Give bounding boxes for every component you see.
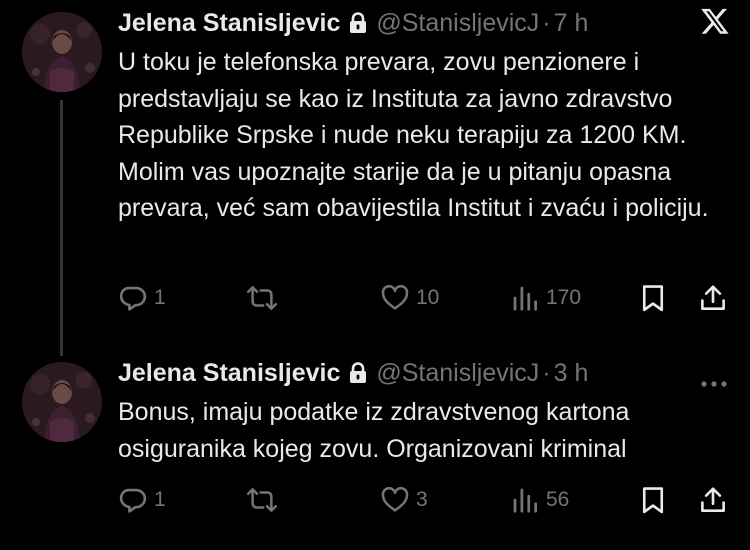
tweet-text: U toku je telefonska prevara, zovu penzi… bbox=[118, 48, 709, 222]
reply-button[interactable]: 1 bbox=[118, 280, 166, 316]
like-button[interactable]: 3 bbox=[380, 482, 428, 518]
views-button[interactable]: 170 bbox=[510, 280, 581, 316]
separator: · bbox=[542, 8, 551, 37]
heart-icon bbox=[380, 485, 410, 515]
views-count: 56 bbox=[546, 488, 570, 511]
reply-button[interactable]: 1 bbox=[118, 482, 166, 518]
lock-icon bbox=[349, 362, 367, 384]
tweet-header: Jelena Stanisljevic @StanisljevicJ · 3 h bbox=[118, 356, 730, 390]
share-icon bbox=[698, 283, 728, 313]
bookmark-button[interactable] bbox=[638, 482, 668, 518]
views-icon bbox=[510, 283, 540, 313]
author-handle[interactable]: @StanisljevicJ bbox=[376, 9, 539, 38]
like-count: 3 bbox=[416, 488, 428, 511]
timestamp[interactable]: 7 h bbox=[554, 9, 589, 38]
separator: · bbox=[542, 358, 551, 387]
repost-icon bbox=[246, 485, 278, 515]
share-button[interactable] bbox=[698, 280, 728, 316]
heart-icon bbox=[380, 283, 410, 313]
like-button[interactable]: 10 bbox=[380, 280, 439, 316]
reply-icon bbox=[118, 283, 148, 313]
tweet-text: Bonus, imaju podatke iz zdravstvenog kar… bbox=[118, 398, 630, 463]
reply-count: 1 bbox=[154, 286, 166, 309]
tweet-actions: 1 3 56 bbox=[118, 482, 738, 518]
avatar[interactable] bbox=[22, 362, 102, 442]
reply-count: 1 bbox=[154, 488, 166, 511]
tweet-header: Jelena Stanisljevic @StanisljevicJ · 7 h bbox=[118, 6, 730, 40]
tweet-actions: 1 10 170 bbox=[118, 280, 738, 316]
avatar[interactable] bbox=[22, 12, 102, 92]
repost-button[interactable] bbox=[246, 280, 284, 316]
bookmark-icon bbox=[638, 283, 668, 313]
repost-icon bbox=[246, 283, 278, 313]
views-button[interactable]: 56 bbox=[510, 482, 569, 518]
repost-button[interactable] bbox=[246, 482, 284, 518]
views-icon bbox=[510, 485, 540, 515]
author-name[interactable]: Jelena Stanisljevic bbox=[118, 9, 340, 38]
reply-icon bbox=[118, 485, 148, 515]
bookmark-icon bbox=[638, 485, 668, 515]
views-count: 170 bbox=[546, 286, 582, 309]
author-name[interactable]: Jelena Stanisljevic bbox=[118, 359, 340, 388]
share-icon bbox=[698, 485, 728, 515]
thread-line bbox=[60, 100, 63, 356]
tweet[interactable]: Jelena Stanisljevic @StanisljevicJ · 3 h… bbox=[0, 350, 750, 550]
more-options-icon[interactable] bbox=[700, 364, 728, 395]
timestamp[interactable]: 3 h bbox=[554, 359, 589, 388]
lock-icon bbox=[349, 12, 367, 34]
bookmark-button[interactable] bbox=[638, 280, 668, 316]
like-count: 10 bbox=[416, 286, 440, 309]
share-button[interactable] bbox=[698, 482, 728, 518]
tweet[interactable]: Jelena Stanisljevic @StanisljevicJ · 7 h… bbox=[0, 0, 750, 356]
author-handle[interactable]: @StanisljevicJ bbox=[376, 359, 539, 388]
x-logo-icon[interactable] bbox=[700, 6, 730, 41]
